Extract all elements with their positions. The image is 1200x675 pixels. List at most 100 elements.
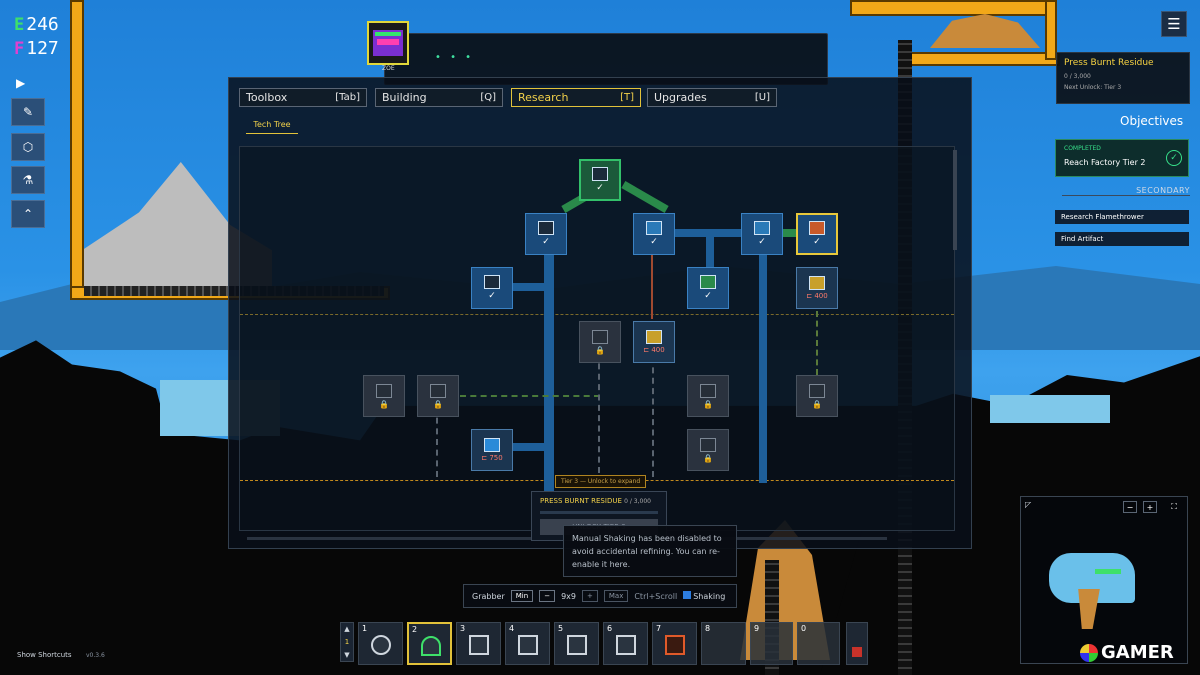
tab-label: Building	[382, 91, 427, 104]
tab-key: [Q]	[480, 92, 496, 103]
hotbar-slot-9[interactable]: 9	[750, 622, 793, 665]
tech-icon	[754, 221, 770, 235]
tech-node-locked[interactable]: 🔒	[579, 321, 621, 363]
watermark: GAMER	[1080, 642, 1174, 663]
hotbar-slot-0[interactable]: 0	[797, 622, 840, 665]
chip-icon	[484, 438, 500, 452]
tech-icon	[646, 330, 662, 344]
lock-icon: 🔒	[703, 399, 713, 409]
conveyor-rail-left	[70, 0, 84, 300]
grabber-size: 9x9	[561, 591, 576, 601]
flask-button[interactable]: ⚗	[11, 166, 45, 194]
slot-number: 6	[607, 624, 613, 633]
unlock-progress-bar	[540, 511, 658, 514]
arrow-up-icon[interactable]: ▲	[341, 623, 353, 636]
menu-button[interactable]: ☰	[1161, 11, 1187, 37]
grabber-min-button[interactable]: Min	[510, 590, 534, 602]
connector	[436, 407, 438, 477]
show-shortcuts-button[interactable]: Show Shortcuts	[17, 651, 72, 659]
current-objective: Press Burnt Residue 0 / 3,000 Next Unloc…	[1056, 52, 1190, 104]
tab-upgrades[interactable]: Upgrades [U]	[647, 88, 777, 107]
vertical-scrollbar[interactable]	[953, 150, 957, 250]
tab-toolbox[interactable]: Toolbox [Tab]	[239, 88, 367, 107]
shaking-toggle[interactable]: Shaking	[683, 591, 725, 601]
tab-tech-tree[interactable]: Tech Tree	[246, 120, 298, 134]
tab-research[interactable]: Research [T]	[511, 88, 641, 107]
check-circle-icon: ✓	[1166, 150, 1182, 166]
connector	[652, 357, 654, 477]
tech-node[interactable]: ✓	[633, 213, 675, 255]
grabber-plus-button[interactable]: +	[581, 590, 598, 602]
check-icon: ✓	[813, 237, 821, 247]
hotbar-extra-slot[interactable]	[846, 622, 868, 665]
hotbar-slot-1[interactable]: 1	[358, 622, 403, 665]
grabber-max-button[interactable]: Max	[603, 590, 629, 602]
tech-node[interactable]: ✓	[471, 267, 513, 309]
hotbar-slot-6[interactable]: 6	[603, 622, 648, 665]
tech-node-root[interactable]: ✓	[579, 159, 621, 201]
flamethrower-icon	[809, 221, 825, 235]
secondary-objective[interactable]: Research Flamethrower	[1055, 210, 1189, 224]
lock-icon: 🔒	[433, 399, 443, 409]
hotbar-slot-3[interactable]: 3	[456, 622, 501, 665]
tech-node[interactable]: ✓	[687, 267, 729, 309]
hotbar-slot-5[interactable]: 5	[554, 622, 599, 665]
hotbar-slot-8[interactable]: 8	[701, 622, 746, 665]
tech-node-available[interactable]: ⊏ 400	[796, 267, 838, 309]
tech-icon	[592, 167, 608, 181]
grabber-icon	[371, 635, 391, 655]
fullscreen-icon[interactable]: ⛶	[1167, 501, 1181, 513]
tech-icon	[430, 383, 446, 398]
tech-node-locked[interactable]: 🔒	[687, 429, 729, 471]
tech-node-available[interactable]: ⊏ 400	[633, 321, 675, 363]
arrow-down-icon[interactable]: ▼	[341, 649, 353, 662]
check-icon: ✓	[704, 291, 712, 301]
wrench-button[interactable]: ✎	[11, 98, 45, 126]
tech-icon	[700, 437, 716, 452]
tech-tree-canvas[interactable]: ✓ ✓ ✓ ✓ ✓ ✓ ✓ ⊏ 400 🔒 ⊏ 400 🔒 🔒 🔒 🔒 ⊏ 75…	[239, 146, 955, 531]
hotbar-slot-4[interactable]: 4	[505, 622, 550, 665]
grabber-minus-button[interactable]: −	[539, 590, 556, 602]
energy-icon: E	[14, 14, 25, 35]
tab-label: Toolbox	[246, 91, 288, 104]
minimap-zoom-out[interactable]: −	[1123, 501, 1137, 513]
minimap[interactable]: ◸ − + ⛶	[1020, 496, 1188, 664]
conveyor-rail-top	[850, 0, 1050, 16]
secondary-objective[interactable]: Find Artifact	[1055, 232, 1189, 246]
fuel-icon: F	[14, 38, 25, 59]
tech-node-available[interactable]: ⊏ 750	[471, 429, 513, 471]
play-button[interactable]: ▶	[16, 76, 25, 90]
tech-icon	[809, 276, 825, 290]
tech-cost: ⊏ 750	[481, 454, 503, 462]
tech-node[interactable]: ✓	[525, 213, 567, 255]
collapse-button[interactable]: ⌃	[11, 200, 45, 228]
connector	[598, 353, 600, 473]
tech-node-locked[interactable]: 🔒	[687, 375, 729, 417]
box-icon: ⬡	[22, 140, 34, 154]
watermark-text: GAMER	[1101, 642, 1174, 663]
minimap-zoom-in[interactable]: +	[1143, 501, 1157, 513]
tab-label: Upgrades	[654, 91, 707, 104]
grabber-label: Grabber	[472, 591, 505, 601]
hotbar-pager[interactable]: ▲ 1 ▼	[340, 622, 354, 662]
tech-node[interactable]: ✓	[741, 213, 783, 255]
tech-cost: ⊏ 400	[806, 292, 828, 300]
hotbar-slot-2[interactable]: 2	[407, 622, 452, 665]
tier-divider	[240, 314, 954, 315]
tech-node-locked[interactable]: 🔒	[363, 375, 405, 417]
connector	[651, 255, 653, 319]
tech-node-selected[interactable]: ✓	[796, 213, 838, 255]
check-icon: ✓	[488, 291, 496, 301]
typing-dots: • • •	[435, 52, 475, 63]
tab-building[interactable]: Building [Q]	[375, 88, 503, 107]
tech-node-locked[interactable]: 🔒	[796, 375, 838, 417]
minimap-corner-icon: ◸	[1025, 500, 1032, 509]
lock-icon: 🔒	[595, 345, 605, 355]
slot-number: 1	[362, 624, 368, 633]
tab-key: [T]	[620, 92, 634, 103]
completed-label: COMPLETED	[1064, 145, 1101, 152]
hotbar-slot-7[interactable]: 7	[652, 622, 697, 665]
box-button[interactable]: ⬡	[11, 133, 45, 161]
conveyor-rail-vertical	[1045, 0, 1057, 60]
tech-node-locked[interactable]: 🔒	[417, 375, 459, 417]
